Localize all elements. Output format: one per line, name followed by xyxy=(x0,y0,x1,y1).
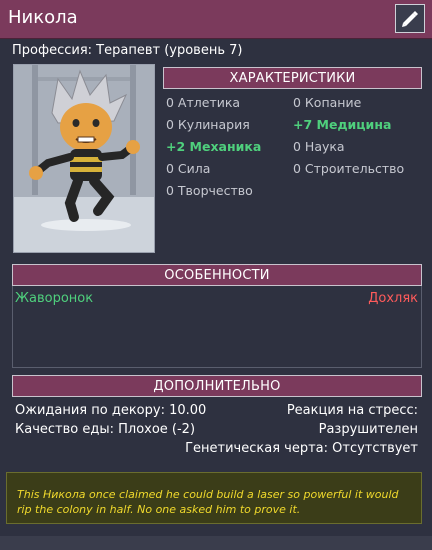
duplicant-portrait xyxy=(13,64,155,253)
stress-reaction-label: Реакция на стресс: xyxy=(286,403,418,418)
stat-cooking: 0 Кулинария xyxy=(166,117,250,132)
pencil-icon xyxy=(402,10,418,27)
title-bar: Никола xyxy=(0,0,432,39)
stat-creativity: 0 Творчество xyxy=(166,183,253,198)
window-title: Никола xyxy=(8,7,78,28)
trait-positive[interactable]: Жаворонок xyxy=(15,291,93,306)
decor-expectation: Ожидания по декору: 10.00 xyxy=(15,403,207,418)
stat-digging: 0 Копание xyxy=(293,95,362,110)
genetic-trait: Генетическая черта: Отсутствует xyxy=(185,441,418,456)
rename-button[interactable] xyxy=(395,4,425,33)
stat-athletics: 0 Атлетика xyxy=(166,95,241,110)
stat-science: 0 Наука xyxy=(293,139,345,154)
stress-reaction-value: Разрушителен xyxy=(318,422,418,437)
flavor-text: This Никола once claimed he could build … xyxy=(6,472,422,524)
trait-negative[interactable]: Дохляк xyxy=(368,291,418,306)
bottom-strip xyxy=(0,536,432,550)
stat-medicine: +7 Медицина xyxy=(293,117,392,132)
attributes-header: ХАРАКТЕРИСТИКИ xyxy=(163,67,422,89)
stat-construction: 0 Строительство xyxy=(293,161,405,176)
stat-machinery: +2 Механика xyxy=(166,139,262,154)
profession-label: Профессия: Терапевт (уровень 7) xyxy=(12,43,243,58)
traits-header: ОСОБЕННОСТИ xyxy=(12,264,422,286)
stat-strength: 0 Сила xyxy=(166,161,211,176)
extra-header: ДОПОЛНИТЕЛЬНО xyxy=(12,375,422,397)
food-quality: Качество еды: Плохое (-2) xyxy=(15,422,196,437)
